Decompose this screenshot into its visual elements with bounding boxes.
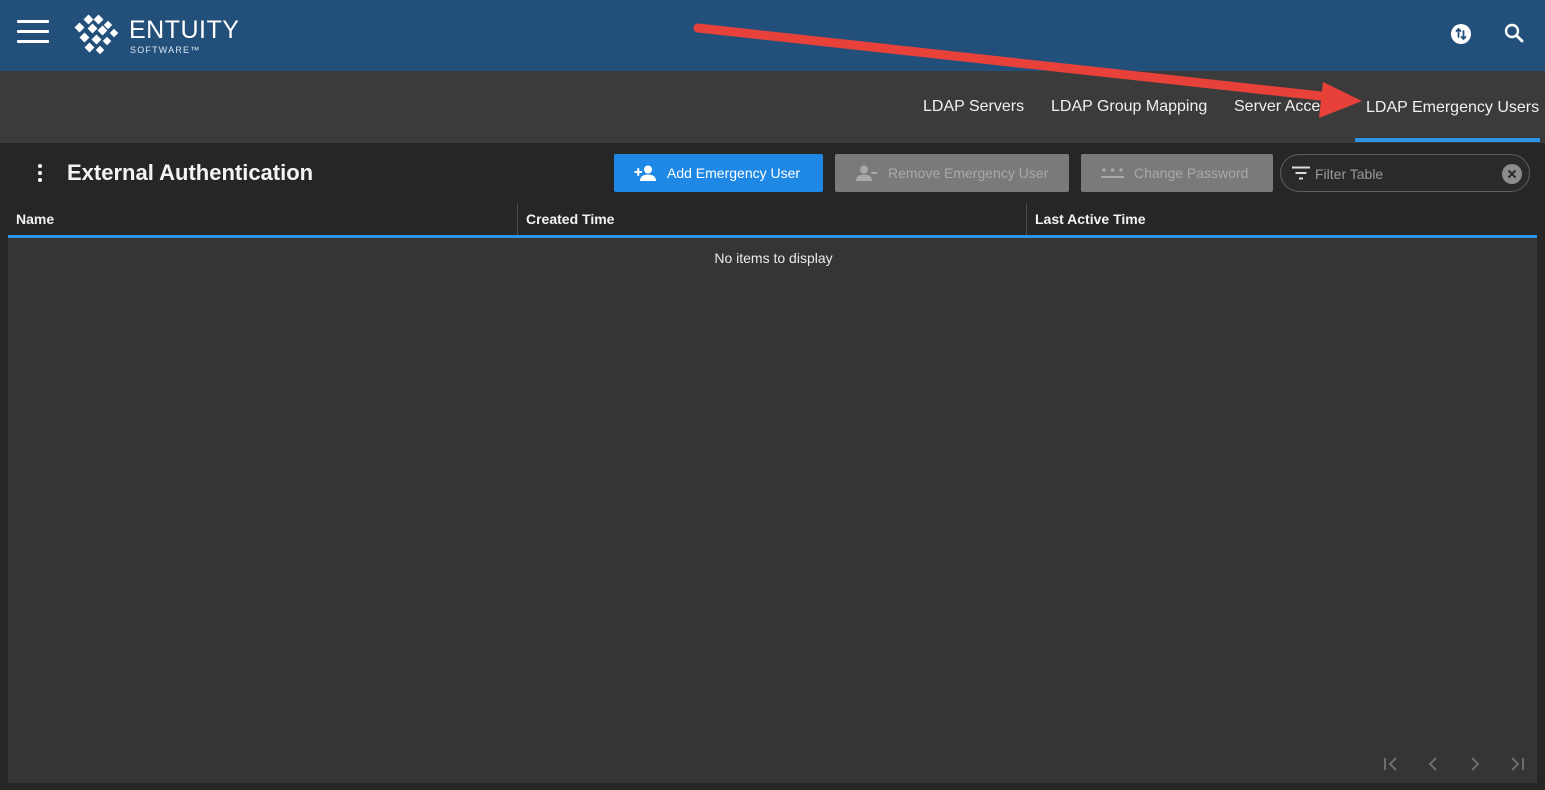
kebab-icon[interactable] [35, 164, 45, 182]
prev-page-icon[interactable] [1423, 754, 1443, 774]
tab-bar: LDAP Servers LDAP Group Mapping Server A… [0, 71, 1545, 143]
column-header-name[interactable]: Name [8, 203, 517, 235]
remove-emergency-user-label: Remove Emergency User [888, 165, 1049, 181]
tab-server-access[interactable]: Server Access [1234, 98, 1336, 116]
tab-ldap-group-mapping[interactable]: LDAP Group Mapping [1051, 98, 1207, 116]
tab-ldap-servers[interactable]: LDAP Servers [923, 98, 1024, 116]
app-header: ENTUITY SOFTWARE™ [0, 0, 1545, 71]
panel-header: External Authentication Add Emergency Us… [8, 143, 1537, 203]
external-authentication-panel: External Authentication Add Emergency Us… [8, 143, 1537, 783]
empty-table-message: No items to display [714, 250, 833, 266]
person-remove-icon [856, 165, 877, 181]
clear-icon[interactable] [1502, 164, 1522, 184]
first-page-icon[interactable] [1381, 754, 1401, 774]
brand-tagline: SOFTWARE™ [130, 45, 201, 55]
brand-name: ENTUITY [129, 16, 240, 44]
sync-icon[interactable] [1449, 22, 1473, 46]
search-icon[interactable] [1502, 21, 1526, 45]
column-header-created-time[interactable]: Created Time [517, 203, 1027, 235]
remove-emergency-user-button[interactable]: Remove Emergency User [835, 154, 1069, 192]
filter-table-input[interactable] [1315, 164, 1495, 184]
person-add-icon [634, 165, 656, 181]
active-tab-indicator [1355, 138, 1540, 142]
column-header-last-active-time[interactable]: Last Active Time [1026, 203, 1537, 235]
password-icon [1101, 168, 1124, 178]
hamburger-icon[interactable] [17, 20, 49, 44]
tab-ldap-emergency-users[interactable]: LDAP Emergency Users [1366, 99, 1539, 117]
change-password-label: Change Password [1134, 165, 1249, 181]
table-header: Name Created Time Last Active Time [8, 203, 1537, 238]
change-password-button[interactable]: Change Password [1081, 154, 1273, 192]
filter-icon [1292, 166, 1310, 180]
last-page-icon[interactable] [1507, 754, 1527, 774]
logo-mark-icon [74, 14, 119, 55]
add-emergency-user-button[interactable]: Add Emergency User [614, 154, 823, 192]
filter-table-box [1280, 154, 1530, 192]
next-page-icon[interactable] [1465, 754, 1485, 774]
add-emergency-user-label: Add Emergency User [667, 165, 801, 181]
entuity-logo[interactable]: ENTUITY SOFTWARE™ [71, 14, 251, 58]
page-title: External Authentication [67, 160, 314, 185]
